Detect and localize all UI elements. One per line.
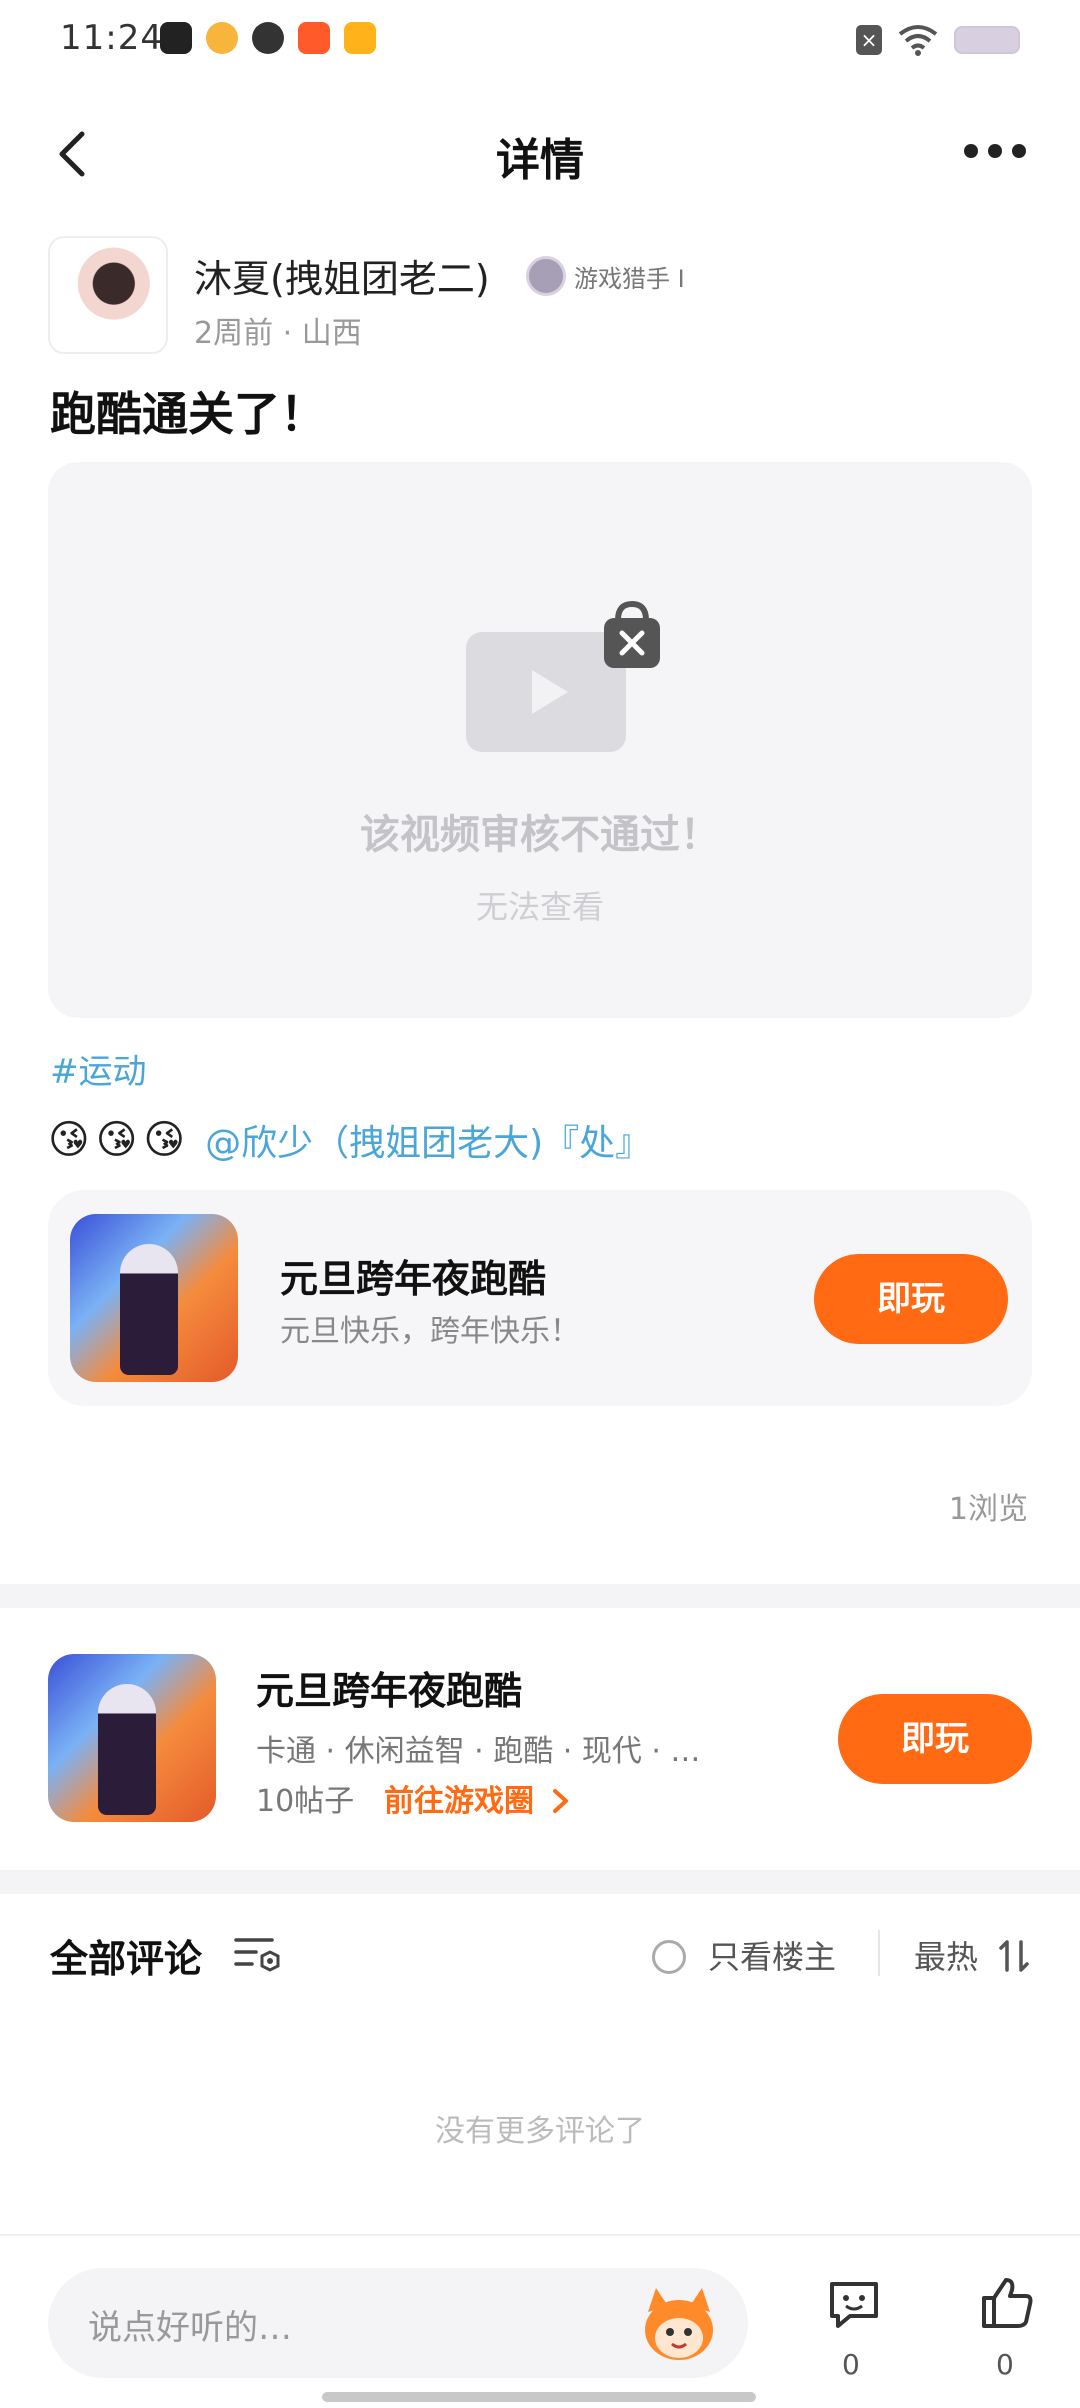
comments-header: 全部评论 只看楼主 最热 bbox=[0, 1900, 1080, 2000]
game-post-count: 10帖子 bbox=[256, 1784, 355, 1819]
nav-bar: 详情 bbox=[0, 100, 1080, 210]
comment-input[interactable]: 说点好听的… bbox=[48, 2268, 748, 2378]
app-icon bbox=[344, 22, 376, 54]
video-unavailable-box: 该视频审核不通过！ 无法查看 bbox=[48, 462, 1032, 1018]
play-now-button[interactable]: 即玩 bbox=[814, 1254, 1008, 1344]
badge-label: 游戏猎手 I bbox=[574, 264, 685, 293]
app-icon bbox=[298, 22, 330, 54]
status-app-icons bbox=[160, 22, 376, 54]
status-time: 11:24 bbox=[60, 18, 163, 58]
post-title: 跑酷通关了！ bbox=[50, 387, 326, 441]
like-count: 0 bbox=[996, 2348, 1014, 2381]
kiss-emoji: 😘 bbox=[95, 1117, 138, 1163]
kiss-emoji: 😘 bbox=[143, 1117, 186, 1163]
divider bbox=[878, 1930, 880, 1976]
game-section[interactable]: 元旦跨年夜跑酷 卡通 · 休闲益智 · 跑酷 · 现代 · … 10帖子 前往游… bbox=[0, 1630, 1080, 1852]
play-now-button[interactable]: 即玩 bbox=[838, 1694, 1032, 1784]
game-character bbox=[98, 1684, 156, 1816]
mention-row: 😘 😘 😘 @欣少（拽姐团老大)『处』 bbox=[48, 1114, 651, 1166]
post-meta: 2周前 · 山西 bbox=[194, 316, 362, 351]
owner-only-radio[interactable] bbox=[652, 1940, 686, 1974]
more-dots-icon[interactable] bbox=[960, 136, 1030, 166]
locked-video-icon bbox=[466, 600, 660, 752]
user-mention-link[interactable]: @欣少（拽姐团老大)『处』 bbox=[205, 1114, 651, 1166]
game-card-desc: 元旦快乐，跨年快乐！ bbox=[280, 1314, 580, 1349]
more-dot bbox=[964, 144, 978, 158]
status-bar: 11:24 × bbox=[0, 0, 1080, 80]
view-count: 1浏览 bbox=[948, 1492, 1028, 1527]
section-divider bbox=[0, 1870, 1080, 1894]
author-badge[interactable]: 游戏猎手 I bbox=[526, 256, 685, 296]
video-error-message: 该视频审核不通过！ bbox=[360, 812, 720, 858]
no-sim-icon: × bbox=[856, 25, 882, 55]
wifi-icon bbox=[898, 25, 938, 56]
section-divider bbox=[0, 1584, 1080, 1608]
tiktok-icon bbox=[160, 22, 192, 54]
game-thumbnail bbox=[48, 1654, 216, 1822]
game-circle-link[interactable]: 前往游戏圈 bbox=[384, 1776, 572, 1820]
game-thumbnail bbox=[70, 1214, 238, 1382]
app-icon bbox=[206, 22, 238, 54]
bottom-input-bar: 说点好听的… 0 0 bbox=[0, 2234, 1080, 2408]
app-icon bbox=[252, 22, 284, 54]
status-right: × bbox=[856, 24, 1020, 56]
comment-input-placeholder: 说点好听的… bbox=[88, 2308, 292, 2348]
thumbs-up-icon[interactable] bbox=[978, 2274, 1036, 2332]
video-error-sub: 无法查看 bbox=[475, 888, 604, 926]
more-dot bbox=[988, 144, 1002, 158]
game-character bbox=[120, 1244, 178, 1376]
author-name[interactable]: 沐夏(拽姐团老二) bbox=[194, 248, 490, 303]
owner-only-label[interactable]: 只看楼主 bbox=[708, 1932, 836, 1978]
sort-icon[interactable] bbox=[996, 1938, 1032, 1974]
author-row: 沐夏(拽姐团老二) 游戏猎手 I 2周前 · 山西 bbox=[48, 236, 1038, 356]
battery-icon bbox=[954, 26, 1020, 54]
game-card-name: 元旦跨年夜跑酷 bbox=[280, 1257, 547, 1301]
mascot-icon[interactable] bbox=[634, 2282, 724, 2366]
no-more-comments: 没有更多评论了 bbox=[435, 2114, 645, 2149]
game-name: 元旦跨年夜跑酷 bbox=[256, 1669, 523, 1713]
page-title: 详情 bbox=[496, 135, 584, 186]
badge-icon bbox=[526, 256, 566, 296]
game-circle-link-label: 前往游戏圈 bbox=[384, 1784, 534, 1819]
sort-label[interactable]: 最热 bbox=[914, 1932, 978, 1978]
home-indicator[interactable] bbox=[322, 2392, 756, 2402]
more-dot bbox=[1012, 144, 1026, 158]
comments-title: 全部评论 bbox=[50, 1937, 203, 1981]
chevron-right-icon bbox=[553, 1789, 569, 1813]
post-detail-page: 11:24 × 详情 沐夏(拽姐团老二) 游戏猎手 I 2周前 · 山西 跑酷通… bbox=[0, 0, 1080, 2408]
comment-filter-icon[interactable] bbox=[232, 1932, 282, 1978]
hashtag-link[interactable]: #运动 bbox=[50, 1044, 147, 1093]
comment-count: 0 bbox=[842, 2348, 860, 2381]
game-card[interactable]: 元旦跨年夜跑酷 元旦快乐，跨年快乐！ 即玩 bbox=[48, 1190, 1032, 1406]
comment-icon[interactable] bbox=[826, 2276, 882, 2332]
kiss-emoji: 😘 bbox=[48, 1117, 90, 1163]
avatar[interactable] bbox=[48, 236, 168, 354]
game-tags: 卡通 · 休闲益智 · 跑酷 · 现代 · … bbox=[256, 1734, 701, 1769]
